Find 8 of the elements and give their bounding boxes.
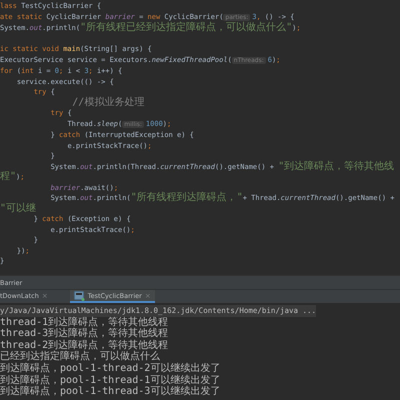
code-line: //模拟业务处理 xyxy=(71,98,144,108)
console-line: 到达障碍点，pool-1-thread-2可以继续出发了 xyxy=(0,362,220,374)
console-line: 已经到达指定障碍点，可以做点什么 xyxy=(0,351,160,362)
console-line: 到达障碍点，pool-1-thread-3可以继续出发了 xyxy=(0,386,220,398)
console-line: thread-2到达障碍点，等待其他线程 xyxy=(0,340,168,351)
console-line: thread-1到达障碍点，等待其他线程 xyxy=(0,316,168,328)
console-line: 到达障碍点，pool-1-thread-1可以继续出发了 xyxy=(0,374,220,386)
console-line: thread-3到达障碍点，等待其他线程 xyxy=(0,328,168,340)
